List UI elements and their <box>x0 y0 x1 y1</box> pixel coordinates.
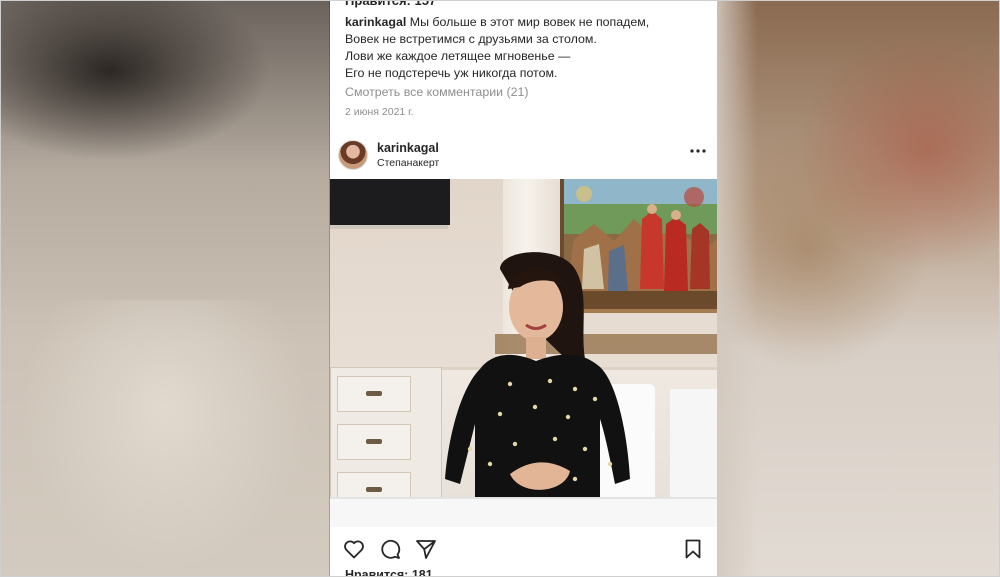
caption-line-1: Мы больше в этот мир вовек не попадем, <box>409 15 650 29</box>
drawer-handle <box>366 487 382 492</box>
post-likes[interactable]: Нравится: 181 <box>345 568 433 577</box>
view-comments-link[interactable]: Смотреть все комментарии (21) <box>345 85 529 99</box>
blurred-background-right <box>717 0 1000 577</box>
post-date: 2 июня 2021 г. <box>345 106 414 118</box>
post-photo[interactable] <box>330 179 717 527</box>
previous-post-caption: karinkagal Мы больше в этот мир вовек не… <box>345 14 705 82</box>
woman-figure <box>445 252 630 499</box>
avatar[interactable] <box>338 140 368 170</box>
comment-icon[interactable] <box>378 537 402 561</box>
send-icon[interactable] <box>414 537 438 561</box>
more-icon[interactable] <box>690 148 706 154</box>
caption-line-3: Лови же каждое летящее мгновенье — <box>345 49 571 63</box>
blurred-background-left <box>0 0 330 577</box>
previous-post-likes[interactable]: Нравится: 157 <box>345 0 436 8</box>
caption-line-2: Вовек не встретимся с друзьями за столом… <box>345 32 597 46</box>
post-header: karinkagal Степанакерт <box>330 132 717 176</box>
post-action-bar <box>330 527 717 569</box>
caption-username[interactable]: karinkagal <box>345 15 406 29</box>
drawer <box>337 424 411 460</box>
post-username[interactable]: karinkagal <box>377 141 439 155</box>
caption-line-4: Его не подстеречь уж никогда потом. <box>345 66 558 80</box>
drawer-handle <box>366 439 382 444</box>
bookmark-icon[interactable] <box>681 537 705 561</box>
table <box>330 497 717 527</box>
drawer-handle <box>366 391 382 396</box>
drawer <box>337 376 411 412</box>
tv-screen <box>330 179 450 229</box>
heart-icon[interactable] <box>342 537 366 561</box>
instagram-post-feed: Нравится: 157 karinkagal Мы больше в это… <box>330 0 717 577</box>
post-location[interactable]: Степанакерт <box>377 157 439 169</box>
